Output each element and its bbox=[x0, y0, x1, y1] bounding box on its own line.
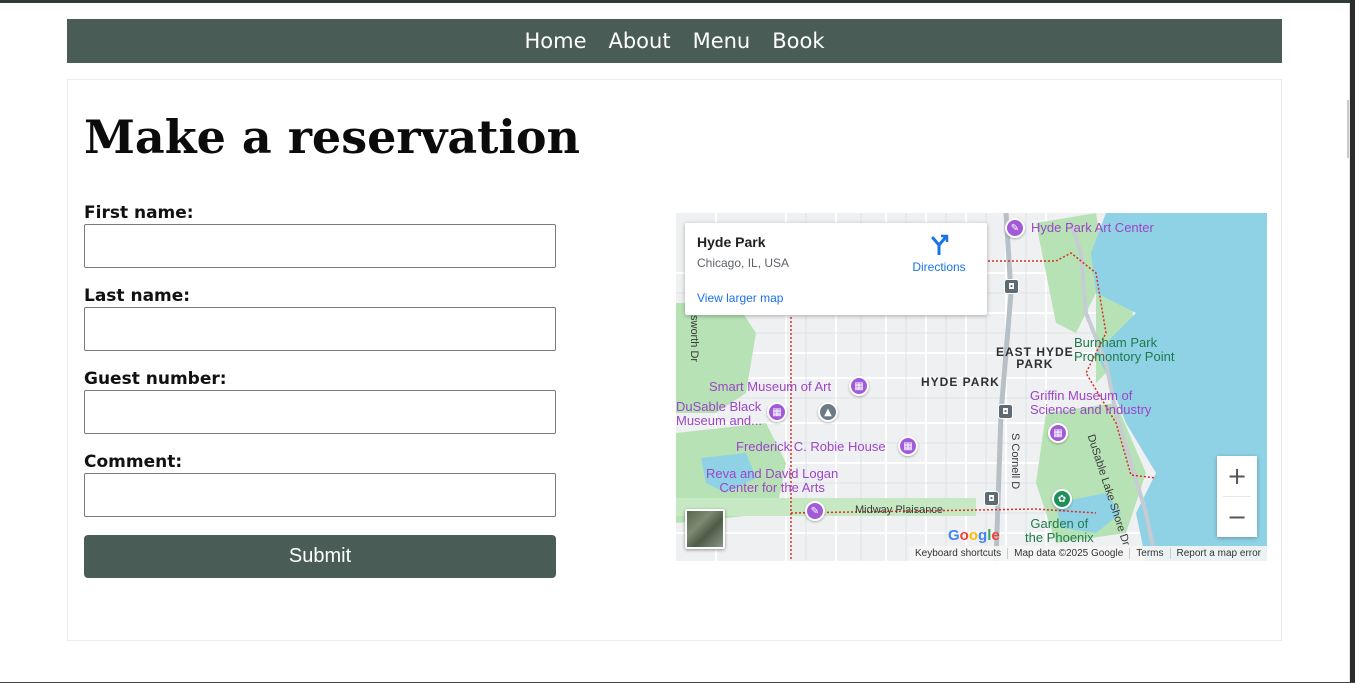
first-name-label: First name: bbox=[84, 203, 194, 223]
keyboard-shortcuts-link[interactable]: Keyboard shortcuts bbox=[909, 548, 1009, 559]
zoom-out-button[interactable]: − bbox=[1217, 497, 1257, 537]
poi-dusable-line1: DuSable Black bbox=[676, 399, 762, 414]
terms-link[interactable]: Terms bbox=[1130, 548, 1171, 559]
poi-burnham-line2: Promontory Point bbox=[1074, 349, 1175, 364]
area-hyde-park-label: HYDE PARK bbox=[921, 375, 1000, 389]
first-name-input[interactable] bbox=[84, 224, 556, 268]
place-address: Chicago, IL, USA bbox=[697, 256, 790, 270]
last-name-input[interactable] bbox=[84, 307, 556, 351]
main-nav: Home About Menu Book bbox=[67, 19, 1282, 63]
nav-about-link[interactable]: About bbox=[608, 29, 670, 53]
scrollbar-thumb[interactable] bbox=[1347, 100, 1349, 158]
submit-button[interactable]: Submit bbox=[84, 535, 556, 578]
transit-station-icon[interactable]: ◘ bbox=[998, 404, 1013, 419]
poi-robie-house[interactable]: Frederick C. Robie House bbox=[736, 440, 886, 454]
comment-field: Comment: bbox=[84, 452, 558, 517]
logan-pin-icon[interactable]: ✎ bbox=[805, 501, 825, 521]
poi-smart-museum[interactable]: Smart Museum of Art bbox=[709, 380, 831, 394]
first-name-field: First name: bbox=[84, 203, 558, 268]
griffin-pin-icon[interactable]: ▦ bbox=[1048, 423, 1068, 443]
window-right-border bbox=[1350, 0, 1355, 683]
poi-garden-phoenix[interactable]: Garden of the Phoenix bbox=[1025, 517, 1094, 545]
robie-pin-icon[interactable]: ▦ bbox=[898, 436, 918, 456]
google-logo: Google bbox=[948, 527, 1000, 544]
nav-menu-link[interactable]: Menu bbox=[693, 29, 751, 53]
guest-number-field: Guest number: bbox=[84, 369, 558, 434]
place-name: Hyde Park bbox=[697, 234, 766, 250]
smart-museum-pin-icon[interactable]: ▦ bbox=[849, 376, 869, 396]
transit-station-icon[interactable]: ◘ bbox=[1004, 279, 1019, 294]
nav-book-link[interactable]: Book bbox=[772, 29, 824, 53]
reservation-form: First name: Last name: Guest number: Com… bbox=[84, 203, 558, 578]
poi-burnham-park[interactable]: Burnham Park Promontory Point bbox=[1074, 336, 1174, 364]
page-title: Make a reservation bbox=[84, 110, 580, 164]
poi-griffin-line1: Griffin Museum of bbox=[1030, 388, 1133, 403]
poi-dusable-line2: Museum and... bbox=[676, 413, 762, 428]
dusable-pin-icon[interactable]: ▦ bbox=[767, 402, 787, 422]
university-pin-icon[interactable]: ▲ bbox=[818, 402, 838, 422]
map-data-credit: Map data ©2025 Google bbox=[1008, 548, 1131, 559]
poi-griffin-museum[interactable]: Griffin Museum of Science and Industry bbox=[1030, 389, 1151, 417]
poi-logan-line1: Reva and David Logan bbox=[706, 466, 839, 481]
poi-phoenix-line2: the Phoenix bbox=[1025, 530, 1094, 545]
report-error-link[interactable]: Report a map error bbox=[1171, 548, 1267, 559]
embedded-map[interactable]: Hyde Park Art Center ✎ EAST HYDE PARK HY… bbox=[676, 213, 1267, 561]
comment-input[interactable] bbox=[84, 473, 556, 517]
last-name-field: Last name: bbox=[84, 286, 558, 351]
nav-home-link[interactable]: Home bbox=[524, 29, 586, 53]
place-info-card: Hyde Park Chicago, IL, USA View larger m… bbox=[685, 223, 987, 315]
satellite-toggle[interactable] bbox=[685, 509, 725, 549]
poi-griffin-line2: Science and Industry bbox=[1030, 402, 1152, 417]
directions-icon bbox=[931, 234, 949, 256]
directions-button[interactable]: Directions bbox=[909, 233, 969, 274]
comment-label: Comment: bbox=[84, 452, 183, 472]
area-east-hyde-label: EAST HYDE PARK bbox=[996, 346, 1074, 370]
transit-station-icon[interactable]: ◘ bbox=[984, 491, 999, 506]
road-midway-plaisance: Midway Plaisance bbox=[855, 504, 944, 516]
map-attribution-bar: Keyboard shortcuts Map data ©2025 Google… bbox=[908, 546, 1267, 561]
scrollbar-track[interactable] bbox=[1349, 3, 1350, 683]
poi-dusable-museum[interactable]: DuSable Black Museum and... bbox=[676, 400, 762, 428]
zoom-in-button[interactable]: + bbox=[1217, 456, 1257, 496]
poi-logan-center[interactable]: Reva and David Logan Center for the Arts bbox=[706, 467, 838, 495]
last-name-label: Last name: bbox=[84, 286, 191, 306]
reservation-card: Make a reservation First name: Last name… bbox=[67, 79, 1282, 641]
view-larger-map-link[interactable]: View larger map bbox=[697, 291, 783, 305]
directions-label: Directions bbox=[912, 260, 966, 274]
zoom-controls: + − bbox=[1217, 456, 1257, 537]
road-cornell: S Cornell D bbox=[1009, 433, 1021, 490]
garden-pin-icon[interactable]: ✿ bbox=[1052, 489, 1072, 509]
poi-logan-line2: Center for the Arts bbox=[719, 480, 825, 495]
window-top-border bbox=[0, 0, 1355, 3]
area-east-hyde-line2: PARK bbox=[1016, 357, 1054, 371]
guest-number-input[interactable] bbox=[84, 390, 556, 434]
poi-burnham-line1: Burnham Park bbox=[1074, 335, 1158, 350]
guest-number-label: Guest number: bbox=[84, 369, 227, 389]
poi-hyde-park-art-center[interactable]: Hyde Park Art Center bbox=[1031, 221, 1154, 235]
road-ellsworth: sworth Dr bbox=[688, 315, 700, 363]
art-center-pin-icon[interactable]: ✎ bbox=[1005, 218, 1025, 238]
poi-phoenix-line1: Garden of bbox=[1030, 516, 1089, 531]
